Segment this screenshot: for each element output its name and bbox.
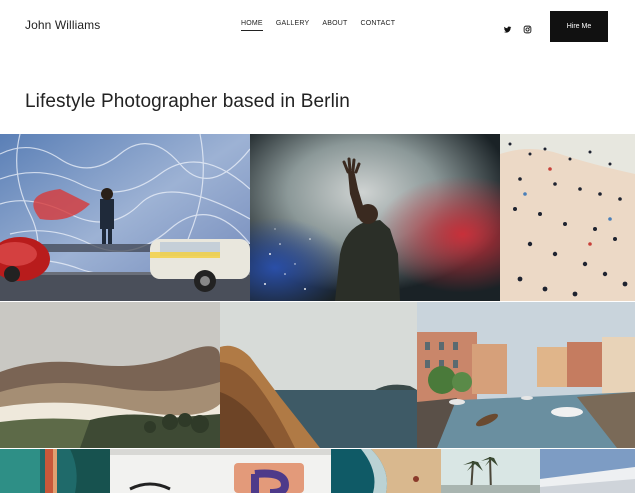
nav-home[interactable]: HOME (241, 20, 263, 31)
social-links (503, 21, 532, 34)
instagram-icon[interactable] (523, 21, 532, 34)
photo-venice-canal[interactable] (417, 302, 635, 448)
photo-beach-crowd[interactable] (500, 134, 635, 301)
nav-gallery[interactable]: GALLERY (276, 20, 310, 31)
brand-name[interactable]: John Williams (25, 18, 100, 32)
photo-concert-smoke[interactable] (250, 134, 500, 301)
twitter-icon[interactable] (503, 21, 512, 33)
nav-about[interactable]: ABOUT (322, 20, 347, 31)
page-headline: Lifestyle Photographer based in Berlin (25, 91, 350, 112)
photo-aerial-coast[interactable] (331, 449, 441, 493)
photo-blue-sky-building[interactable] (540, 449, 635, 493)
main-nav: HOME GALLERY ABOUT CONTACT (241, 20, 408, 31)
photo-palm-trees[interactable] (441, 449, 540, 493)
photo-misty-hills[interactable] (0, 302, 220, 448)
site-header: John Williams HOME GALLERY ABOUT CONTACT… (0, 0, 635, 54)
hire-me-button[interactable]: Hire Me (550, 11, 608, 42)
photo-aerial-water[interactable] (0, 449, 110, 493)
photo-cliff-sea[interactable] (220, 302, 417, 448)
nav-contact[interactable]: CONTACT (361, 20, 396, 31)
photo-graffiti-street[interactable] (0, 134, 250, 301)
photo-white-wall-letter[interactable] (110, 449, 331, 493)
